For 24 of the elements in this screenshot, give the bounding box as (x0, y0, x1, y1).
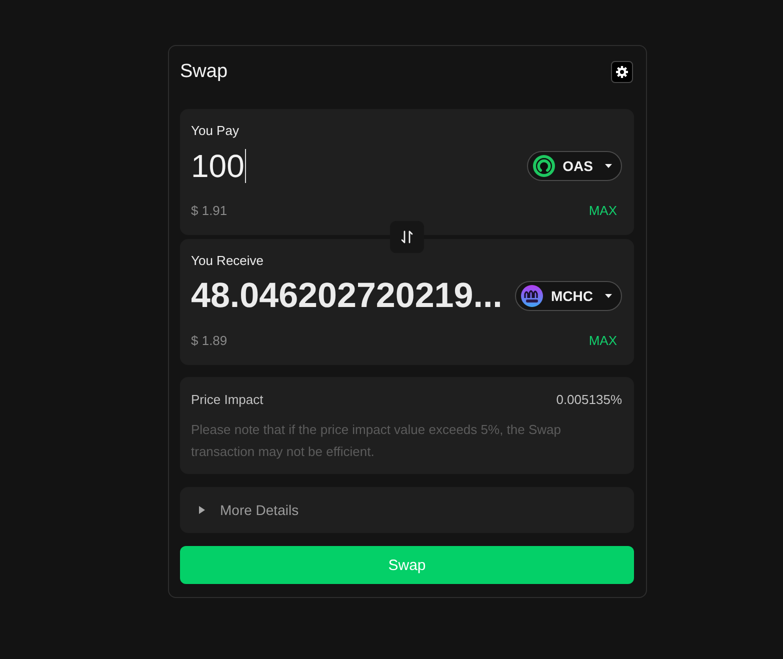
text-cursor-icon (245, 149, 246, 183)
usd-value: $ 1.89 (191, 332, 228, 350)
arches-logo-icon (521, 285, 543, 307)
amount-value: 100 (191, 147, 244, 186)
max-button[interactable]: MAX (588, 202, 617, 220)
token-select[interactable]: MCHC (515, 281, 622, 311)
settings-button[interactable] (611, 61, 633, 83)
panel-label: You Receive (191, 252, 265, 270)
more-details-toggle[interactable]: More Details (180, 487, 634, 533)
caret-down-icon (605, 294, 612, 298)
max-button[interactable]: MAX (588, 332, 617, 350)
price-impact-note: Please note that if the price impact value exceeds 5%, the Swap transaction may not be efficient. (191, 421, 562, 461)
ring-logo-icon (532, 155, 555, 177)
switch-direction-button[interactable] (390, 221, 424, 253)
price-impact-value: 0.005135% (556, 391, 622, 409)
token-select[interactable]: OAS (526, 151, 622, 181)
caret-down-icon (605, 164, 612, 168)
card-title: Swap (180, 61, 228, 83)
usd-value: $ 1.91 (191, 202, 228, 220)
swap-arrows-icon (400, 230, 414, 244)
panel-label: You Pay (191, 122, 240, 140)
price-impact-label: Price Impact (191, 391, 264, 409)
amount-field[interactable]: 100 (191, 144, 519, 188)
settings-icon (616, 66, 628, 78)
